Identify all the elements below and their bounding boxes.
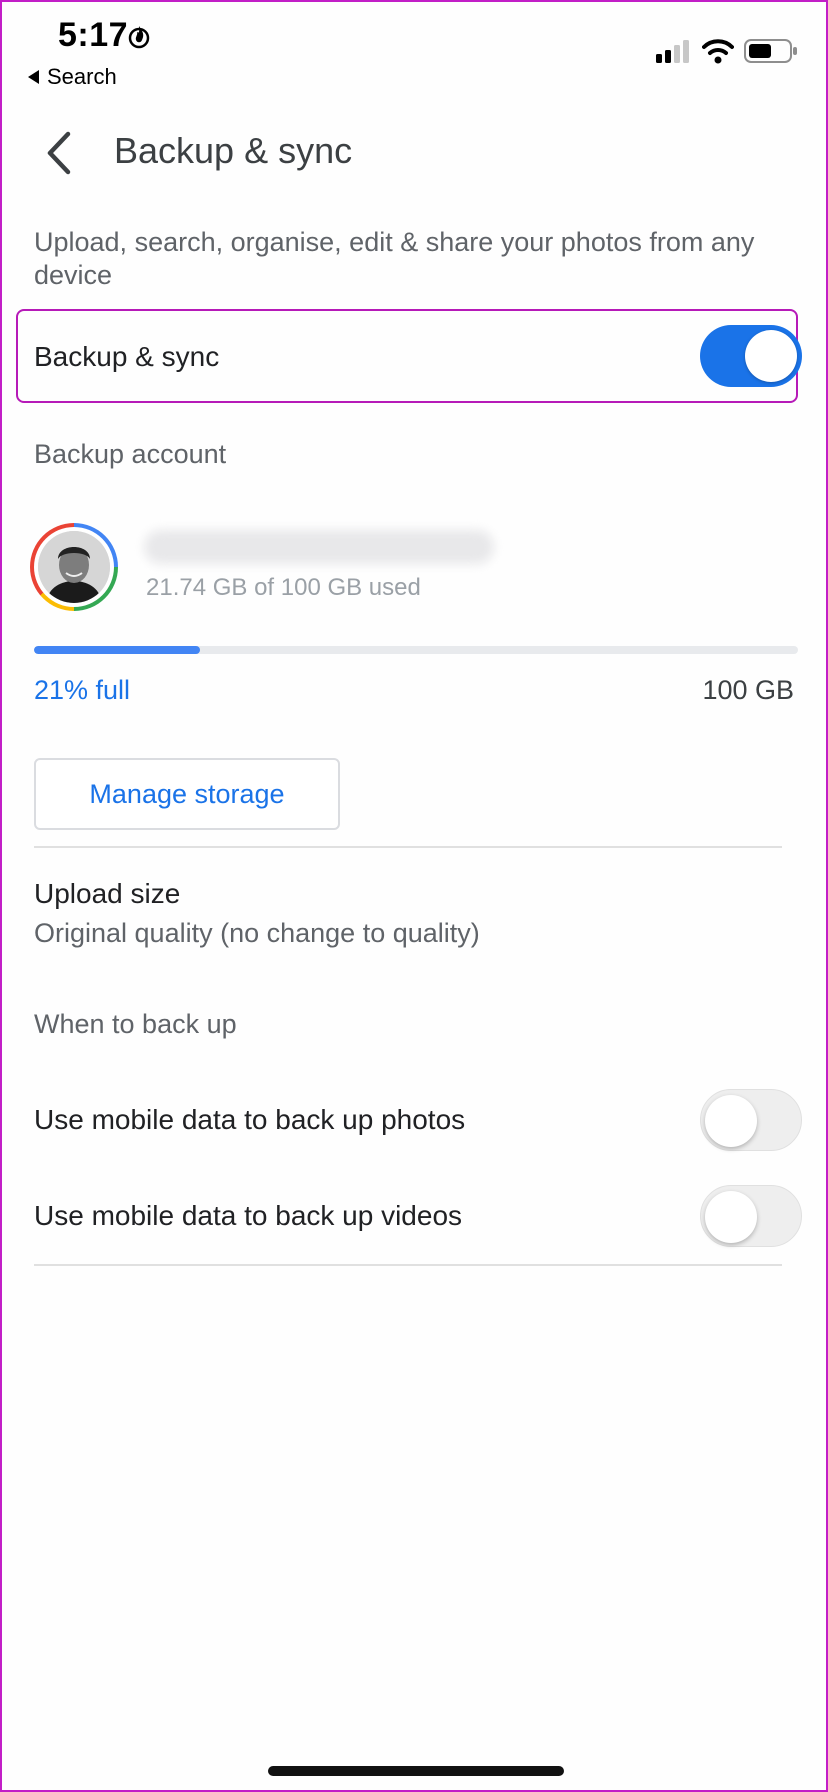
avatar <box>38 531 110 603</box>
toggle-knob <box>705 1191 757 1243</box>
page-title: Backup & sync <box>114 130 353 171</box>
home-indicator[interactable] <box>268 1766 564 1776</box>
divider <box>34 1264 782 1266</box>
divider <box>34 846 782 848</box>
signal-icon <box>656 40 689 63</box>
back-to-app-label: Search <box>47 64 117 89</box>
mobile-data-videos-toggle[interactable] <box>700 1185 802 1247</box>
account-email-redacted <box>144 530 494 564</box>
toggle-knob <box>745 330 797 382</box>
mobile-data-videos-label: Use mobile data to back up videos <box>34 1200 463 1231</box>
mobile-data-photos-toggle[interactable] <box>700 1089 802 1151</box>
back-to-app-link[interactable]: Search <box>28 64 117 90</box>
storage-usage-text: 21.74 GB of 100 GB used <box>146 574 421 601</box>
storage-percent-label: 21% full <box>34 675 131 705</box>
battery-icon <box>744 39 797 63</box>
toggle-knob <box>705 1095 757 1147</box>
upload-size-value[interactable]: Original quality (no change to quality) <box>34 918 480 949</box>
page-description: Upload, search, organise, edit & share y… <box>34 227 755 290</box>
backup-sync-toggle[interactable] <box>700 325 802 387</box>
avatar-ring-inner <box>34 527 114 607</box>
backup-account-heading: Backup account <box>34 439 227 469</box>
storage-progress-bar <box>34 646 798 654</box>
storage-progress-fill <box>34 646 201 654</box>
manage-storage-button[interactable]: Manage storage <box>34 758 340 830</box>
back-arrow-icon[interactable] <box>38 128 82 178</box>
screen: 5:17 Search Backup & sync Upload, search… <box>0 0 828 1792</box>
mobile-data-photos-label: Use mobile data to back up photos <box>34 1104 466 1135</box>
upload-size-title[interactable]: Upload size <box>34 878 180 910</box>
flame-icon <box>128 26 150 49</box>
wifi-icon <box>702 39 734 64</box>
status-time: 5:17 <box>58 16 129 54</box>
back-triangle-icon <box>28 70 39 84</box>
backup-sync-label: Backup & sync <box>34 341 220 372</box>
storage-capacity-label: 100 GB <box>702 675 794 705</box>
when-to-back-up-heading: When to back up <box>34 1009 237 1039</box>
account-avatar-ring[interactable] <box>30 523 118 611</box>
